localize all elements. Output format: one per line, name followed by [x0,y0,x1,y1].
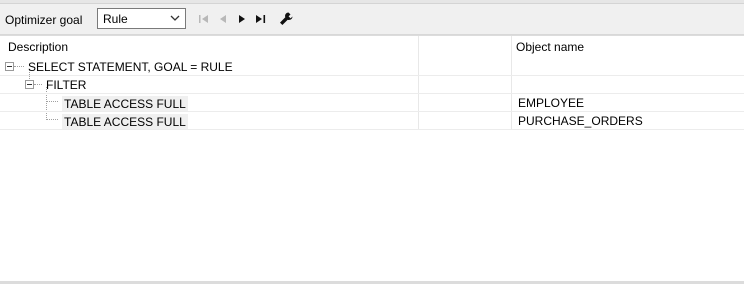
column-header-object-name[interactable]: Object name [516,40,584,54]
row-object-name: EMPLOYEE [518,96,585,110]
row-description: TABLE ACCESS FULL [62,114,188,130]
last-icon[interactable] [253,11,269,27]
tree-row[interactable]: TABLE ACCESS FULL EMPLOYEE [0,93,744,112]
collapse-icon[interactable] [5,62,14,71]
previous-icon[interactable] [215,11,231,27]
row-description: TABLE ACCESS FULL [62,96,188,112]
row-description: FILTER [46,78,87,92]
row-object-name: PURCHASE_ORDERS [518,114,643,128]
next-icon[interactable] [234,11,250,27]
first-icon[interactable] [196,11,212,27]
optimizer-goal-value: Rule [103,12,128,26]
tree-connector [14,66,24,68]
tree-row[interactable]: FILTER [0,75,744,93]
row-divider [0,129,744,130]
optimizer-goal-select[interactable]: Rule [97,8,186,29]
tree-header: Description Object name [0,36,744,57]
tree-connector [34,84,42,86]
row-description: SELECT STATEMENT, GOAL = RULE [28,60,233,74]
toolbar: Optimizer goal Rule [0,4,744,35]
tree-row[interactable]: TABLE ACCESS FULL PURCHASE_ORDERS [0,111,744,130]
collapse-icon[interactable] [25,80,34,89]
chevron-down-icon [170,15,180,21]
optimizer-goal-label: Optimizer goal [5,13,83,27]
tree-row[interactable]: SELECT STATEMENT, GOAL = RULE [0,57,744,75]
column-header-description[interactable]: Description [8,40,68,54]
explain-plan-tree[interactable]: Description Object name SELECT STATEMENT… [0,35,744,282]
wrench-icon[interactable] [278,11,294,27]
